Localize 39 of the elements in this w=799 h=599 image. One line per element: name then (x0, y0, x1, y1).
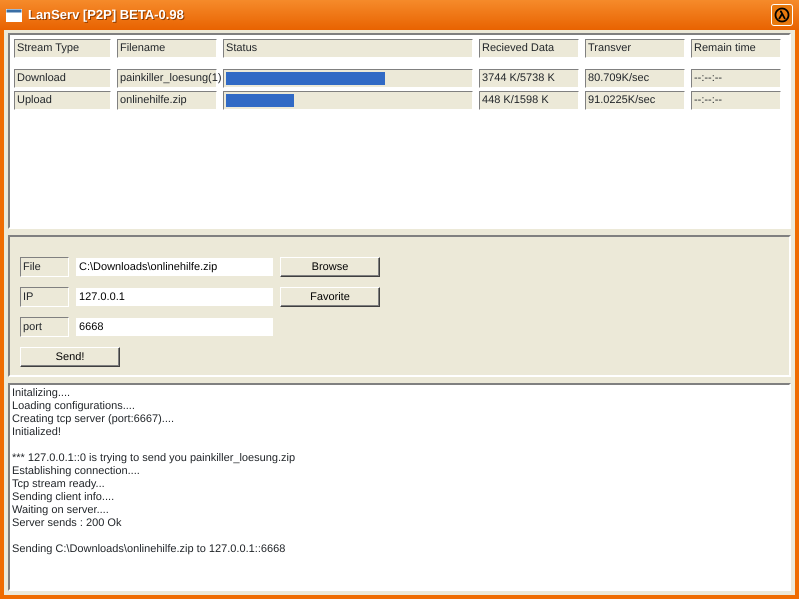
column-header: Transver (585, 39, 685, 58)
table-cell: onlinehilfe.zip (117, 91, 217, 110)
log-line: Loading configurations.... (12, 400, 136, 413)
field-label: File (20, 257, 69, 277)
column-header: Remain time (691, 39, 781, 58)
field-label: port (20, 317, 69, 337)
log-line: Tcp stream ready... (12, 478, 106, 491)
window-icon (6, 8, 22, 22)
log-line: Initalizing.... (12, 387, 72, 400)
table-cell: Upload (14, 91, 111, 110)
field-label: IP (20, 287, 69, 307)
input-field[interactable]: C:\Downloads\onlinehilfe.zip (75, 257, 274, 277)
send-button[interactable]: Send! (20, 347, 120, 367)
column-header: Recieved Data (479, 39, 579, 58)
window-title: LanServ [P2P] BETA-0.98 (28, 6, 184, 24)
log-line: Initialized! (12, 426, 62, 439)
column-header: Stream Type (14, 39, 111, 58)
table-cell: 91.0225K/sec (585, 91, 685, 110)
table-cell: 3744 K/5738 K (479, 69, 579, 88)
input-field[interactable]: 127.0.0.1 (75, 287, 274, 307)
lambda-icon (774, 7, 790, 23)
log-line: Sending client info.... (12, 491, 116, 504)
table-cell: --:--:-- (691, 91, 781, 110)
log-line: Waiting on server.... (12, 504, 110, 517)
log-line: Establishing connection.... (12, 465, 141, 478)
input-field[interactable]: 6668 (75, 317, 274, 337)
table-cell: --:--:-- (691, 69, 781, 88)
log-line: Sending C:\Downloads\onlinehilfe.zip to 127.0.0.1::6668 (12, 543, 286, 556)
column-header: Status (223, 39, 473, 58)
lambda-button[interactable] (771, 4, 793, 26)
table-cell: Download (14, 69, 111, 88)
log-line: Server sends : 200 Ok (12, 517, 122, 530)
log-line: Creating tcp server (port:6667).... (12, 413, 176, 426)
action-button[interactable]: Favorite (280, 287, 380, 307)
table-cell: 80.709K/sec (585, 69, 685, 88)
table-cell: 448 K/1598 K (479, 91, 579, 110)
column-header: Filename (117, 39, 217, 58)
action-button[interactable]: Browse (280, 257, 380, 277)
log-line: *** 127.0.0.1::0 is trying to send you painkiller_loesung.zip (12, 452, 296, 465)
